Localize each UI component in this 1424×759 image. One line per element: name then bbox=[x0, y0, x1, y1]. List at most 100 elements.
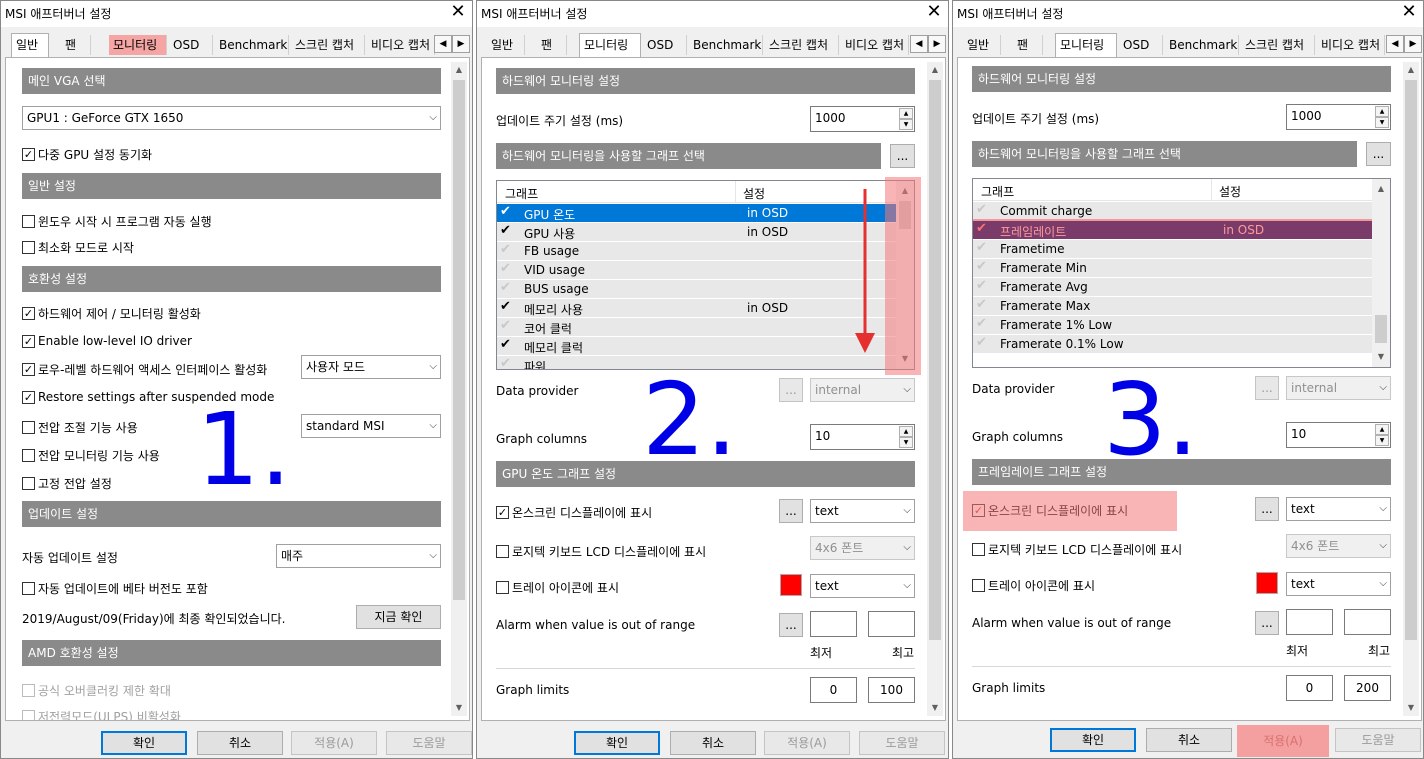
scroll-up-icon[interactable]: ▲ bbox=[897, 183, 913, 199]
scroll-up-icon[interactable]: ▲ bbox=[1373, 181, 1389, 197]
tab-general[interactable]: 일반 bbox=[11, 33, 49, 57]
spin-down-icon[interactable]: ▼ bbox=[899, 119, 913, 130]
list-item[interactable]: ✔ Framerate 0.1% Low bbox=[973, 335, 1372, 354]
tab-monitoring[interactable]: 모니터링 bbox=[1055, 33, 1117, 57]
check-icon[interactable]: ✔ bbox=[976, 202, 987, 217]
tab-right-icon[interactable]: ▶ bbox=[928, 35, 946, 53]
tab-osd[interactable]: OSD bbox=[1119, 35, 1163, 55]
scroll-thumb[interactable] bbox=[1405, 80, 1417, 640]
tab-benchmark[interactable]: Benchmark bbox=[215, 35, 289, 55]
tray-icon-checkbox[interactable]: 트레이 아이콘에 표시 bbox=[496, 579, 619, 596]
graph-limit-max-input[interactable]: 100 bbox=[868, 677, 915, 703]
update-period-spinner[interactable]: 1000 ▲ ▼ bbox=[810, 106, 915, 132]
list-item[interactable]: ✔ GPU 온도 in OSD bbox=[497, 204, 896, 223]
panel-scrollbar[interactable]: ▲ ▼ bbox=[451, 62, 467, 716]
help-button[interactable]: 도움말 bbox=[386, 731, 472, 755]
graph-list[interactable]: 그래프 설정 ✔ Commit charge ✔ 프레임레이트 in OSD ✔ Frame… bbox=[972, 178, 1391, 368]
list-item[interactable]: ✔ FB usage bbox=[497, 242, 896, 261]
osd-more-button[interactable]: ... bbox=[1255, 497, 1279, 521]
tab-right-icon[interactable]: ▶ bbox=[452, 35, 470, 53]
check-icon[interactable]: ✔ bbox=[500, 356, 511, 369]
apply-button[interactable]: 적용(A) bbox=[1237, 725, 1329, 757]
alarm-more-button[interactable]: ... bbox=[779, 613, 803, 637]
tray-icon-checkbox[interactable]: 트레이 아이콘에 표시 bbox=[972, 577, 1095, 594]
tab-fan[interactable]: 팬 bbox=[61, 35, 91, 55]
user-mode-select[interactable]: 사용자 모드 ⌵ bbox=[301, 355, 441, 379]
list-item[interactable]: ✔ 메모리 클럭 bbox=[497, 337, 896, 356]
check-icon[interactable]: ✔ bbox=[976, 240, 987, 255]
voltage-monitor-checkbox[interactable]: 전압 모니터링 기능 사용 bbox=[22, 447, 160, 464]
list-scrollbar[interactable]: ▲ ▼ bbox=[896, 181, 914, 369]
ok-button[interactable]: 확인 bbox=[1050, 728, 1136, 752]
list-item[interactable]: ✔ Commit charge bbox=[973, 202, 1372, 221]
ok-button[interactable]: 확인 bbox=[101, 731, 187, 755]
tray-format-select[interactable]: text ⌵ bbox=[810, 574, 915, 598]
check-icon[interactable]: ✔ bbox=[500, 318, 511, 333]
check-icon[interactable]: ✔ bbox=[976, 316, 987, 331]
check-icon[interactable]: ✔ bbox=[976, 221, 987, 236]
scroll-down-icon[interactable]: ▼ bbox=[451, 700, 467, 716]
low-level-io-checkbox[interactable]: ✓ Enable low-level IO driver bbox=[22, 334, 192, 348]
scroll-up-icon[interactable]: ▲ bbox=[1403, 62, 1419, 78]
spin-up-icon[interactable]: ▲ bbox=[1375, 106, 1389, 117]
close-icon[interactable]: ✕ bbox=[448, 2, 468, 22]
check-icon[interactable]: ✔ bbox=[500, 280, 511, 295]
alarm-min-input[interactable] bbox=[1286, 609, 1333, 635]
tray-color-swatch[interactable] bbox=[1256, 572, 1278, 594]
panel-scrollbar[interactable]: ▲ ▼ bbox=[1403, 62, 1419, 716]
close-icon[interactable]: ✕ bbox=[924, 2, 944, 22]
graph-select-more-button[interactable]: ... bbox=[890, 144, 915, 168]
tab-osd[interactable]: OSD bbox=[169, 35, 213, 55]
list-item[interactable]: ✔ VID usage bbox=[497, 261, 896, 280]
graph-columns-spinner[interactable]: 10 ▲ ▼ bbox=[810, 424, 915, 450]
osd-show-checkbox[interactable]: ✓ 온스크린 디스플레이에 표시 bbox=[972, 502, 1128, 519]
list-item[interactable]: ✔ Framerate Min bbox=[973, 259, 1372, 278]
alarm-more-button[interactable]: ... bbox=[1255, 611, 1279, 635]
graph-select-more-button[interactable]: ... bbox=[1366, 142, 1391, 166]
col-graph-header[interactable]: 그래프 bbox=[981, 183, 1014, 200]
tab-video-capture[interactable]: 비디오 캡처 bbox=[1317, 35, 1385, 55]
graph-limit-max-input[interactable]: 200 bbox=[1344, 675, 1391, 701]
tab-general[interactable]: 일반 bbox=[487, 35, 525, 55]
tray-format-select[interactable]: text ⌵ bbox=[1286, 572, 1391, 596]
check-icon[interactable]: ✔ bbox=[500, 261, 511, 276]
data-provider-select[interactable]: internal ⌵ bbox=[810, 378, 915, 402]
osd-format-select[interactable]: text ⌵ bbox=[1286, 497, 1391, 521]
list-item[interactable]: ✔ GPU 사용 in OSD bbox=[497, 223, 896, 242]
scroll-thumb[interactable] bbox=[1375, 315, 1387, 343]
check-icon[interactable]: ✔ bbox=[500, 223, 511, 238]
tab-screen-capture[interactable]: 스크린 캡처 bbox=[291, 35, 365, 55]
osd-format-select[interactable]: text ⌵ bbox=[810, 499, 915, 523]
official-oc-checkbox[interactable]: 공식 오버클러킹 제한 확대 bbox=[22, 682, 171, 699]
data-provider-select[interactable]: internal ⌵ bbox=[1286, 376, 1391, 400]
cancel-button[interactable]: 취소 bbox=[1146, 728, 1232, 752]
check-icon[interactable]: ✔ bbox=[976, 259, 987, 274]
spin-down-icon[interactable]: ▼ bbox=[1375, 435, 1389, 446]
list-item[interactable]: ✔ Frametime bbox=[973, 240, 1372, 259]
col-setting-header[interactable]: 설정 bbox=[743, 185, 765, 202]
check-icon[interactable]: ✔ bbox=[500, 242, 511, 257]
scroll-thumb[interactable] bbox=[453, 80, 465, 600]
osd-show-checkbox[interactable]: ✓ 온스크린 디스플레이에 표시 bbox=[496, 504, 652, 521]
update-period-spinner[interactable]: 1000 ▲ ▼ bbox=[1286, 104, 1391, 130]
check-icon[interactable]: ✔ bbox=[500, 337, 511, 352]
tray-color-swatch[interactable] bbox=[780, 574, 802, 596]
osd-more-button[interactable]: ... bbox=[779, 499, 803, 523]
lcd-font-select[interactable]: 4x6 폰트 ⌵ bbox=[810, 536, 915, 560]
cancel-button[interactable]: 취소 bbox=[670, 731, 756, 755]
autostart-checkbox[interactable]: 윈도우 시작 시 프로그램 자동 실행 bbox=[22, 213, 212, 230]
low-level-hw-checkbox[interactable]: ✓ 로우-레벨 하드웨어 액세스 인터페이스 활성화 bbox=[22, 361, 267, 378]
check-now-button[interactable]: 지금 확인 bbox=[356, 605, 441, 629]
scroll-up-icon[interactable]: ▲ bbox=[451, 62, 467, 78]
tab-fan[interactable]: 팬 bbox=[537, 35, 567, 55]
close-icon[interactable]: ✕ bbox=[1399, 2, 1419, 22]
alarm-max-input[interactable] bbox=[868, 611, 915, 637]
spin-down-icon[interactable]: ▼ bbox=[1375, 117, 1389, 128]
panel-scrollbar[interactable]: ▲ ▼ bbox=[927, 62, 943, 716]
tab-benchmark[interactable]: Benchmark bbox=[1165, 35, 1239, 55]
sync-multi-gpu-checkbox[interactable]: ✓ 다중 GPU 설정 동기화 bbox=[22, 146, 152, 163]
list-item[interactable]: ✔ BUS usage bbox=[497, 280, 896, 299]
tab-left-icon[interactable]: ◀ bbox=[910, 35, 928, 53]
ulps-checkbox[interactable]: 저전력모드(ULPS) 비활성화 bbox=[22, 708, 181, 720]
list-item[interactable]: ✔ 코어 클럭 bbox=[497, 318, 896, 337]
